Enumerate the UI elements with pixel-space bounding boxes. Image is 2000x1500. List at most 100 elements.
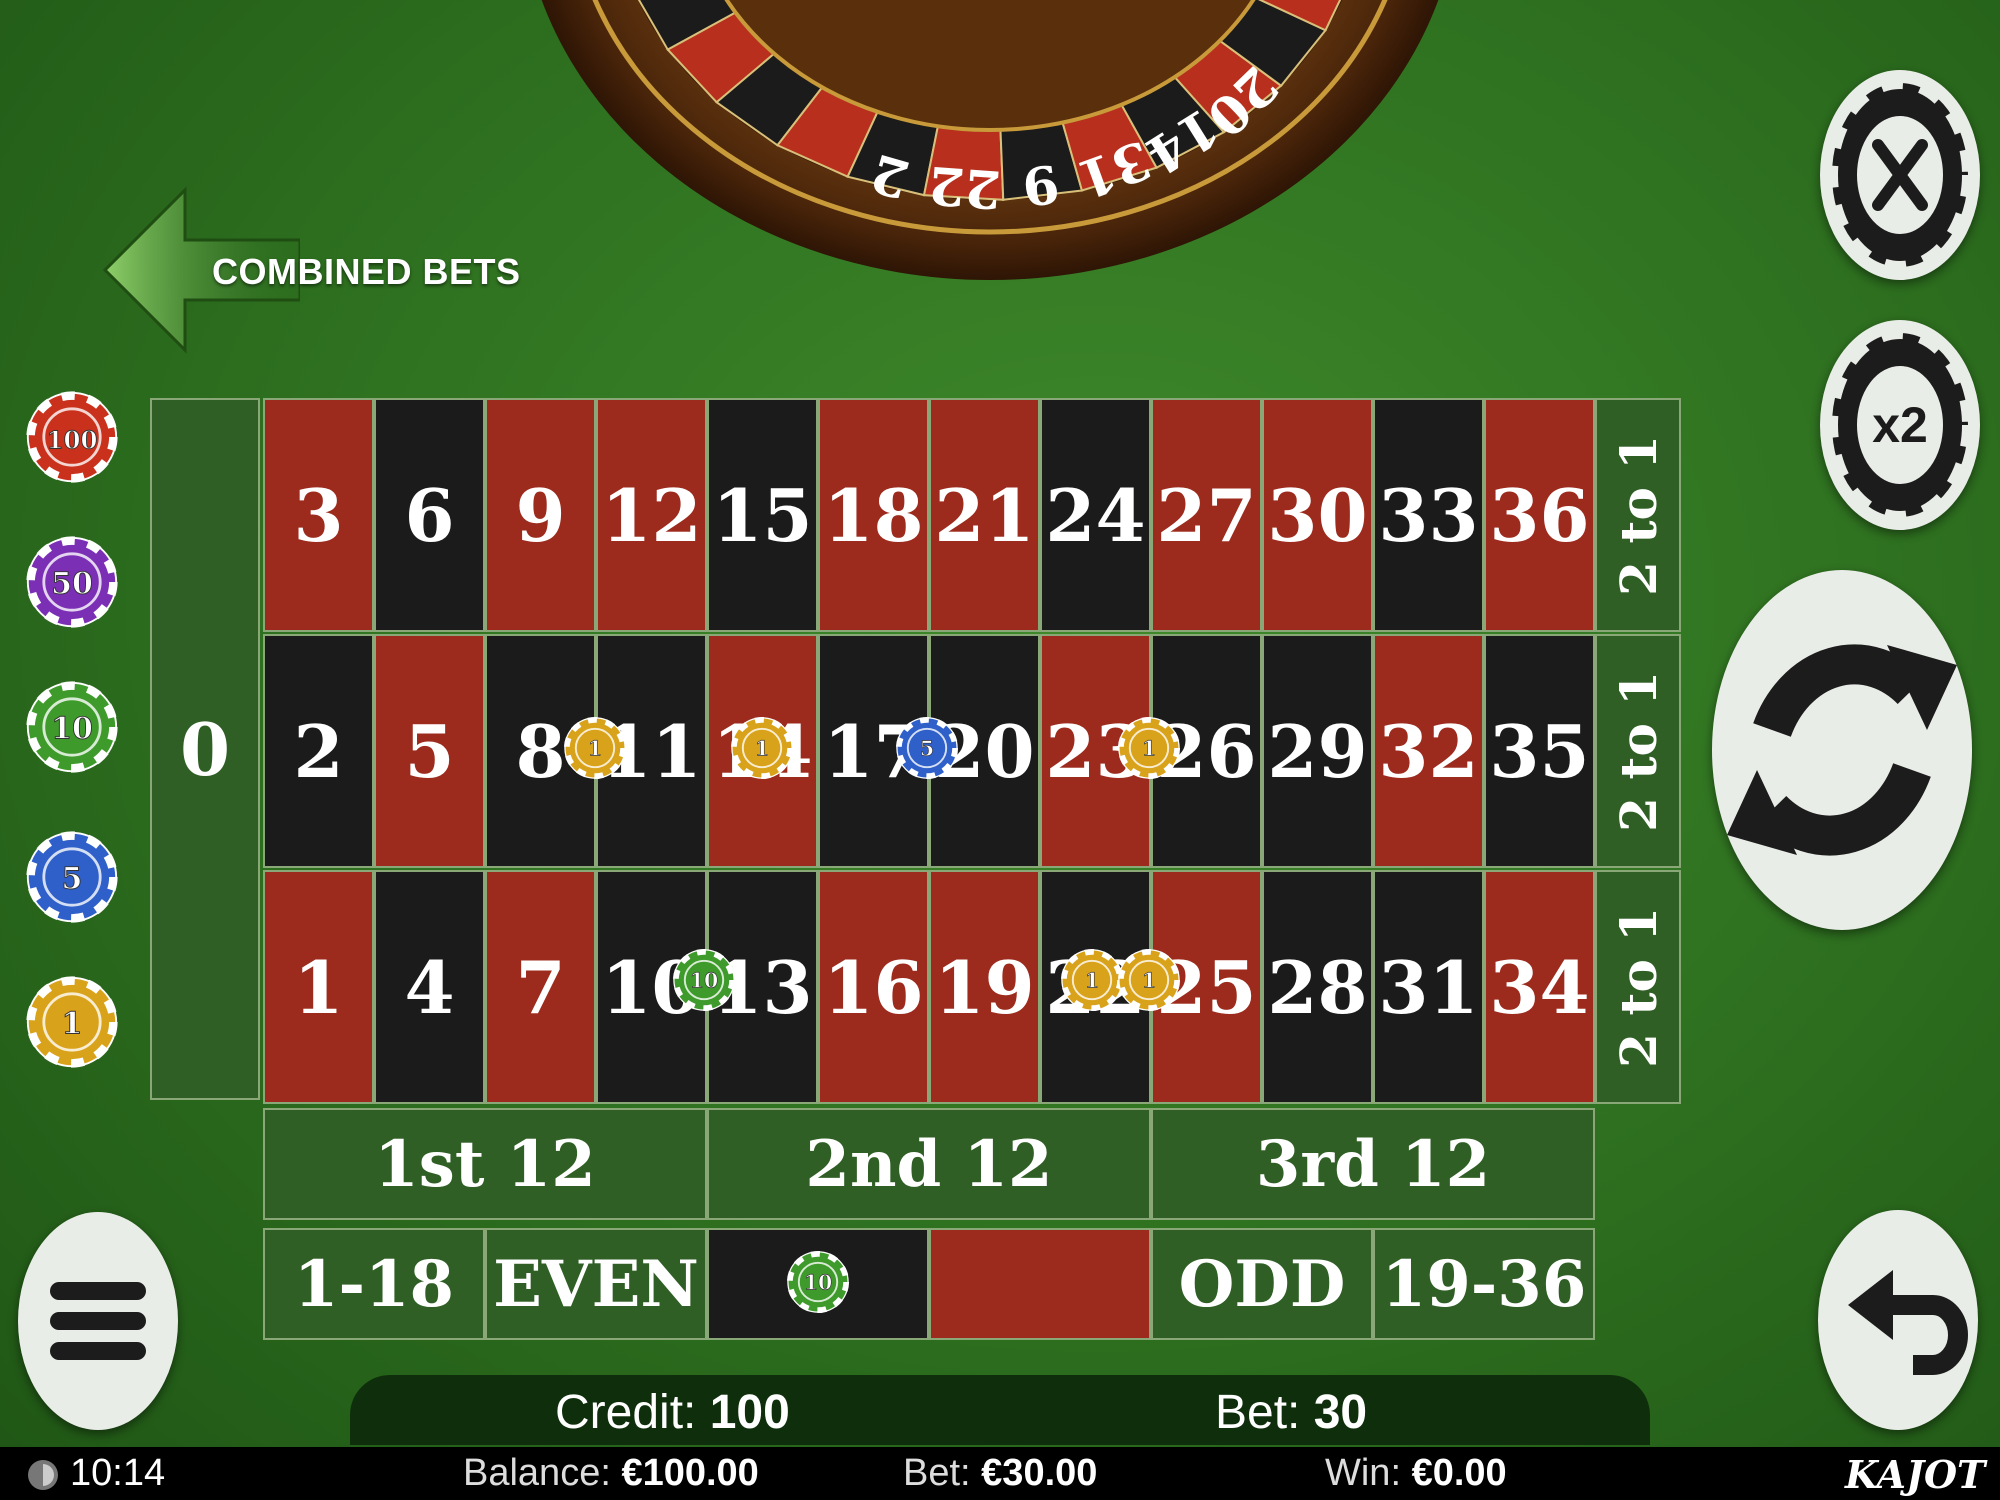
chip-10-button[interactable]: 10	[25, 680, 119, 774]
bet-number-2[interactable]: 2	[263, 634, 374, 868]
balance-value: €100.00	[621, 1452, 759, 1494]
bet-number-20[interactable]: 20	[929, 634, 1040, 868]
bet-number-32-label: 32	[1378, 708, 1479, 794]
bet-number-12[interactable]: 12	[596, 398, 707, 632]
bet-column-3[interactable]: 2 to 1	[1595, 870, 1681, 1104]
bet-number-31-label: 31	[1378, 944, 1479, 1030]
bet-number-23[interactable]: 23	[1040, 634, 1151, 868]
bet-number-16-label: 16	[823, 944, 924, 1030]
bet-black[interactable]	[707, 1228, 929, 1340]
bet-number-13-label: 13	[712, 944, 813, 1030]
bet-number-3-label: 3	[293, 472, 344, 558]
chip-100-button[interactable]: 100	[25, 390, 119, 484]
bet-number-33-label: 33	[1378, 472, 1479, 558]
chip-50-button[interactable]: 50	[25, 535, 119, 629]
balance-display: Balance: €100.00	[463, 1452, 759, 1495]
bet-number-16[interactable]: 16	[818, 870, 929, 1104]
bet-number-24[interactable]: 24	[1040, 398, 1151, 632]
bet-number-4-label: 4	[404, 944, 455, 1030]
bet-number-36[interactable]: 36	[1484, 398, 1595, 632]
bet-number-29[interactable]: 29	[1262, 634, 1373, 868]
double-bets-button[interactable]: x2	[1820, 320, 1980, 530]
win-value: €0.00	[1411, 1452, 1507, 1494]
bet-number-3[interactable]: 3	[263, 398, 374, 632]
bet-number-23-label: 23	[1045, 708, 1146, 794]
bet-number-35-label: 35	[1489, 708, 1590, 794]
bet-number-6-label: 6	[404, 472, 455, 558]
bet-number-19[interactable]: 19	[929, 870, 1040, 1104]
bet-number-1[interactable]: 1	[263, 870, 374, 1104]
bet-number-25-label: 25	[1156, 944, 1257, 1030]
bet-number-12-label: 12	[601, 472, 702, 558]
bet-number-27[interactable]: 27	[1151, 398, 1262, 632]
chip-5-button[interactable]: 5	[25, 830, 119, 924]
combined-bets-button[interactable]: COMBINED BETS	[100, 185, 520, 355]
undo-icon	[1848, 1270, 1968, 1375]
chip-100-icon: 100	[26, 391, 118, 483]
bet-number-6[interactable]: 6	[374, 398, 485, 632]
clear-bets-icon	[1826, 77, 1974, 273]
bet-column-1[interactable]: 2 to 1	[1595, 398, 1681, 632]
bet-zero[interactable]: 0	[150, 398, 260, 1100]
bet-number-19-label: 19	[934, 944, 1035, 1030]
bet-dozen-3[interactable]: 3rd 12	[1151, 1108, 1595, 1220]
bet-number-7[interactable]: 7	[485, 870, 596, 1104]
bet-number-14[interactable]: 14	[707, 634, 818, 868]
bet-odd[interactable]: ODD	[1151, 1228, 1373, 1340]
bet-number-28-label: 28	[1267, 944, 1368, 1030]
chip-1-icon: 1	[26, 976, 118, 1068]
bet-number-9-label: 9	[515, 472, 566, 558]
chip-1-button[interactable]: 1	[25, 975, 119, 1069]
clear-bets-button[interactable]	[1820, 70, 1980, 280]
bet-number-32[interactable]: 32	[1373, 634, 1484, 868]
combined-bets-label: COMBINED BETS	[212, 251, 521, 292]
chip-50-icon: 50	[26, 536, 118, 628]
bet-number-26[interactable]: 26	[1151, 634, 1262, 868]
bet-number-8[interactable]: 8	[485, 634, 596, 868]
bet-number-21[interactable]: 21	[929, 398, 1040, 632]
bet-dozen-2[interactable]: 2nd 12	[707, 1108, 1151, 1220]
bet-number-30[interactable]: 30	[1262, 398, 1373, 632]
bet-number-5-label: 5	[404, 708, 455, 794]
svg-text:50: 50	[51, 566, 93, 601]
bet-number-8-label: 8	[515, 708, 566, 794]
bet-number-4[interactable]: 4	[374, 870, 485, 1104]
spin-button[interactable]	[1712, 570, 1972, 930]
menu-button[interactable]	[18, 1212, 178, 1430]
wheel-number: 22	[926, 154, 1002, 220]
bet-number-11[interactable]: 11	[596, 634, 707, 868]
bet-odd-label: ODD	[1178, 1246, 1346, 1322]
undo-button[interactable]	[1818, 1210, 1978, 1430]
bet-number-5[interactable]: 5	[374, 634, 485, 868]
bet-1-18[interactable]: 1-18	[263, 1228, 485, 1340]
bet-number-15[interactable]: 15	[707, 398, 818, 632]
bet-number-25[interactable]: 25	[1151, 870, 1262, 1104]
bet-dozen-2-label: 2nd 12	[805, 1126, 1053, 1202]
bet-dozen-1[interactable]: 1st 12	[263, 1108, 707, 1220]
bet-1-18-label: 1-18	[293, 1246, 455, 1322]
total-bet-display: Bet: 30	[1215, 1385, 1367, 1440]
bet-number-34[interactable]: 34	[1484, 870, 1595, 1104]
bet-even[interactable]: EVEN	[485, 1228, 707, 1340]
bet-number-18-label: 18	[823, 472, 924, 558]
bet-19-36[interactable]: 19-36	[1373, 1228, 1595, 1340]
total-bet-value: 30	[1313, 1386, 1368, 1439]
bet-number-18[interactable]: 18	[818, 398, 929, 632]
bet-number-2-label: 2	[293, 708, 344, 794]
bet-number-26-label: 26	[1156, 708, 1257, 794]
bet-number-33[interactable]: 33	[1373, 398, 1484, 632]
bet-dozen-1-label: 1st 12	[374, 1126, 596, 1202]
bet-number-35[interactable]: 35	[1484, 634, 1595, 868]
bet-zero-label: 0	[179, 706, 231, 792]
bet-number-28[interactable]: 28	[1262, 870, 1373, 1104]
bet-number-22[interactable]: 22	[1040, 870, 1151, 1104]
bet-red[interactable]	[929, 1228, 1151, 1340]
bet-number-17[interactable]: 17	[818, 634, 929, 868]
bet-column-3-label: 2 to 1	[1608, 906, 1668, 1068]
bet-number-31[interactable]: 31	[1373, 870, 1484, 1104]
bet-number-7-label: 7	[515, 944, 566, 1030]
bet-column-2[interactable]: 2 to 1	[1595, 634, 1681, 868]
bet-number-13[interactable]: 13	[707, 870, 818, 1104]
bet-number-9[interactable]: 9	[485, 398, 596, 632]
bet-number-10[interactable]: 10	[596, 870, 707, 1104]
